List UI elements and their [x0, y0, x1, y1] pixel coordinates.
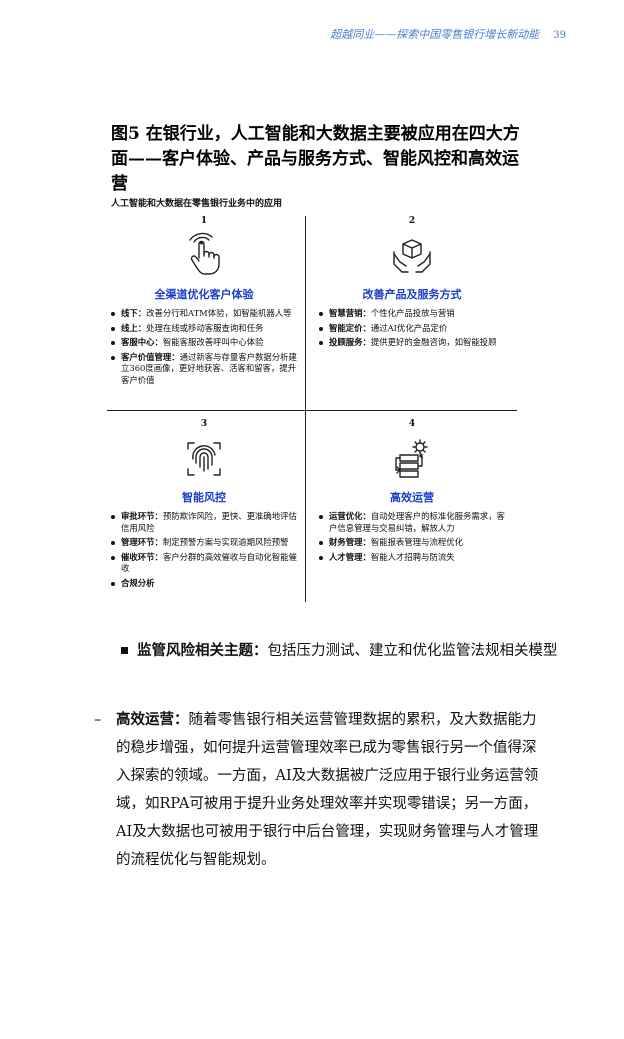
- quadrant-title: 改善产品及服务方式: [362, 288, 462, 301]
- fingerprint-scan-icon: [187, 442, 221, 476]
- figure-subtitle: 人工智能和大数据在零售银行业务中的应用: [111, 199, 283, 209]
- quadrant-grid: 1 全渠道优化客户体验 线下：改善分行和ATM体验，如智能机器人等 线上：处理在…: [107, 212, 517, 602]
- item-text: 智能人才招聘与防流失: [370, 551, 455, 562]
- regulatory-risk-bullet: 监管风险相关主题：包括压力测试、建立和优化监管法规相关模型: [121, 637, 567, 665]
- quadrant-title: 智能风控: [182, 491, 226, 504]
- list-item: 财务管理：智能报表管理与流程优化: [315, 537, 509, 549]
- quadrant-list: 智慧营销：个性化产品投放与营销 智能定价：通过AI优化产品定价 投顾服务：提供更…: [315, 308, 509, 349]
- running-title: 超越同业——探索中国零售银行增长新动能: [330, 28, 540, 41]
- item-label: 客服中心：: [121, 337, 163, 348]
- bullet-text: 包括压力测试、建立和优化监管法规相关模型: [267, 643, 558, 659]
- operations-paragraph: 高效运营：随着零售银行相关运营管理数据的累积，及大数据能力的稳步增强，如何提升运…: [116, 706, 544, 874]
- quadrant-title: 全渠道优化客户体验: [154, 288, 254, 301]
- item-label: 运营优化：: [329, 511, 371, 521]
- hands-box-icon: [393, 239, 431, 273]
- bullet-label: 监管风险相关主题：: [137, 642, 268, 659]
- item-label: 审批环节：: [121, 511, 163, 521]
- item-label: 催收环节：: [121, 551, 163, 562]
- quadrant-customer-experience: 1 全渠道优化客户体验 线下：改善分行和ATM体验，如智能机器人等 线上：处理在…: [107, 212, 301, 390]
- quadrant-list: 审批环节：预防欺诈风险，更快、更准确地评估信用风险 管理环节：制定预警方案与实现…: [107, 511, 301, 590]
- list-item: 合规分析: [107, 578, 301, 590]
- item-label: 管理环节：: [121, 537, 163, 548]
- list-item: 线上：处理在线或移动客服查询和任务: [107, 323, 301, 335]
- quadrant-number: 4: [408, 419, 416, 429]
- list-item: 人才管理：智能人才招聘与防流失: [315, 552, 509, 564]
- quadrant-product-service: 2 改善产品及服务方式 智慧营销：个性化产品投放与营销 智能定价：通过AI优化产…: [315, 212, 509, 352]
- item-text: 通过AI优化产品定价: [370, 322, 448, 333]
- item-label: 合规分析: [121, 577, 155, 588]
- item-label: 人才管理：: [329, 551, 371, 562]
- dash-marker: –: [94, 712, 102, 728]
- gear-workflow-icon: [395, 439, 428, 478]
- item-text: 处理在线或移动客服查询和任务: [146, 322, 264, 333]
- page-number: 39: [553, 30, 566, 41]
- item-label: 财务管理：: [329, 537, 371, 548]
- quadrant-list: 线下：改善分行和ATM体验，如智能机器人等 线上：处理在线或移动客服查询和任务 …: [107, 308, 301, 387]
- item-text: 提供更好的金融咨询，如智能投顾: [370, 337, 497, 348]
- quadrant-operations: 4 高效运营 运营优化：自动处理客户的标准化服务需求，客户信息管理与交易纠错，解…: [315, 415, 509, 566]
- quadrant-risk-control: 3 智能风控 审批环节：预防欺诈风险，更快、更准确地评估信用风险 管理环节：制定…: [107, 415, 301, 593]
- horizontal-divider: [107, 410, 517, 411]
- list-item: 线下：改善分行和ATM体验，如智能机器人等: [107, 308, 301, 320]
- quadrant-title: 高效运营: [390, 491, 434, 504]
- list-item: 催收环节：客户分群的高效催收与自动化智能催收: [107, 552, 301, 575]
- list-item: 审批环节：预防欺诈风险，更快、更准确地评估信用风险: [107, 511, 301, 534]
- quadrant-list: 运营优化：自动处理客户的标准化服务需求，客户信息管理与交易纠错，解放人力 财务管…: [315, 511, 509, 563]
- item-label: 客户价值管理：: [121, 351, 180, 362]
- item-text: 智能客服改善呼叫中心体验: [162, 337, 264, 348]
- list-item: 管理环节：制定预警方案与实现逾期风险预警: [107, 537, 301, 549]
- item-text: 个性化产品投放与营销: [370, 308, 455, 318]
- item-label: 线下：: [121, 308, 147, 318]
- list-item: 智慧营销：个性化产品投放与营销: [315, 308, 509, 320]
- paragraph-label: 高效运营：: [116, 711, 189, 728]
- hand-touch-icon: [189, 232, 220, 275]
- paragraph-text: 随着零售银行相关运营管理数据的累积，及大数据能力的稳步增强，如何提升运营管理效率…: [116, 712, 539, 868]
- quadrant-number: 2: [408, 216, 416, 226]
- list-item: 运营优化：自动处理客户的标准化服务需求，客户信息管理与交易纠错，解放人力: [315, 511, 509, 534]
- item-label: 智能定价：: [329, 322, 371, 333]
- quadrant-number: 3: [200, 419, 208, 429]
- list-item: 智能定价：通过AI优化产品定价: [315, 323, 509, 335]
- list-item: 投顾服务：提供更好的金融咨询，如智能投顾: [315, 337, 509, 349]
- item-text: 改善分行和ATM体验，如智能机器人等: [146, 308, 292, 318]
- figure-title: 图5 在银行业，人工智能和大数据主要被应用在四大方面——客户体验、产品与服务方式…: [111, 124, 520, 194]
- list-item: 客服中心：智能客服改善呼叫中心体验: [107, 337, 301, 349]
- item-text: 制定预警方案与实现逾期风险预警: [162, 537, 289, 548]
- item-label: 线上：: [121, 322, 147, 333]
- item-text: 智能报表管理与流程优化: [370, 537, 463, 548]
- quadrant-number: 1: [200, 216, 208, 226]
- list-item: 客户价值管理：通过新客与存量客户数据分析建立360度画像，更好地获客、活客和留客…: [107, 352, 301, 387]
- running-header: 超越同业——探索中国零售银行增长新动能 39: [330, 26, 566, 42]
- item-label: 投顾服务：: [329, 337, 371, 348]
- vertical-divider: [305, 216, 306, 602]
- item-label: 智慧营销：: [329, 308, 371, 318]
